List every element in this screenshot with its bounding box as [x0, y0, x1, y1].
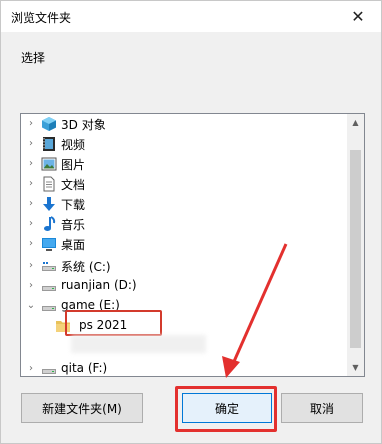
tree-item-label: 音乐 — [61, 218, 86, 232]
tree-item-label: 系统 (C:) — [61, 260, 111, 274]
expand-arrow-icon[interactable]: › — [26, 218, 36, 230]
tree-item-drive-d[interactable]: › ruanjian (D:) — [21, 276, 341, 296]
expand-arrow-icon[interactable]: › — [26, 198, 36, 210]
documents-icon — [41, 176, 57, 192]
scroll-down-icon[interactable]: ▼ — [347, 359, 364, 376]
tree-item-videos[interactable]: › 视频 — [21, 134, 341, 154]
scroll-up-icon[interactable]: ▲ — [347, 114, 364, 131]
tree-item-label: 下载 — [61, 198, 86, 212]
drive-icon — [41, 298, 57, 314]
expand-arrow-icon[interactable]: › — [26, 260, 36, 272]
expand-arrow-icon[interactable]: › — [26, 363, 36, 375]
tree-item-label: ruanjian (D:) — [61, 278, 137, 292]
expand-arrow-icon[interactable]: › — [26, 158, 36, 170]
tree-item-drive-c[interactable]: › 系统 (C:) — [21, 256, 341, 276]
tree-item-label: qita (F:) — [61, 361, 108, 375]
drive-icon — [41, 278, 57, 294]
tree-item-music[interactable]: › 音乐 — [21, 214, 341, 234]
expand-arrow-icon[interactable]: › — [26, 238, 36, 250]
browse-folder-dialog: 浏览文件夹 ✕ 选择 › 3D 对象 › 视频 › 图片 › 文档 › 下载 ›… — [0, 0, 382, 444]
3d-objects-icon — [41, 116, 57, 132]
close-button[interactable]: ✕ — [335, 1, 381, 32]
new-folder-button[interactable]: 新建文件夹(M) — [21, 393, 143, 423]
expand-arrow-icon[interactable]: › — [26, 118, 36, 130]
drive-icon — [41, 258, 57, 274]
music-icon — [41, 216, 57, 232]
annotation-highlight-box — [65, 310, 162, 336]
tree-item-label: 视频 — [61, 138, 86, 152]
collapse-arrow-icon[interactable]: ⌄ — [26, 300, 36, 312]
expand-arrow-icon[interactable]: › — [26, 280, 36, 292]
blurred-region — [71, 335, 206, 353]
annotation-ok-highlight-box — [175, 386, 277, 432]
tree-item-desktop[interactable]: › 桌面 — [21, 234, 341, 254]
instruction-text: 选择 — [21, 51, 46, 65]
cancel-button[interactable]: 取消 — [281, 393, 363, 423]
drive-icon — [41, 361, 57, 376]
tree-item-label: 3D 对象 — [61, 118, 106, 132]
tree-item-drive-f[interactable]: › qita (F:) — [21, 359, 341, 376]
tree-item-documents[interactable]: › 文档 — [21, 174, 341, 194]
scrollbar-thumb[interactable] — [350, 150, 361, 348]
dialog-title: 浏览文件夹 — [11, 11, 72, 25]
pictures-icon — [41, 156, 57, 172]
videos-icon — [41, 136, 57, 152]
tree-item-label: 桌面 — [61, 238, 86, 252]
downloads-icon — [41, 196, 57, 212]
desktop-icon — [41, 236, 57, 252]
expand-arrow-icon[interactable]: › — [26, 138, 36, 150]
expand-arrow-icon[interactable]: › — [26, 178, 36, 190]
tree-item-label: 文档 — [61, 178, 86, 192]
tree-item-3d-objects[interactable]: › 3D 对象 — [21, 114, 341, 134]
vertical-scrollbar[interactable]: ▲ ▼ — [347, 114, 364, 376]
title-bar: 浏览文件夹 ✕ — [1, 1, 381, 32]
tree-item-label: 图片 — [61, 158, 86, 172]
tree-item-pictures[interactable]: › 图片 — [21, 154, 341, 174]
folder-tree[interactable]: › 3D 对象 › 视频 › 图片 › 文档 › 下载 › 音乐 › 桌面 › … — [20, 113, 365, 377]
tree-item-downloads[interactable]: › 下载 — [21, 194, 341, 214]
